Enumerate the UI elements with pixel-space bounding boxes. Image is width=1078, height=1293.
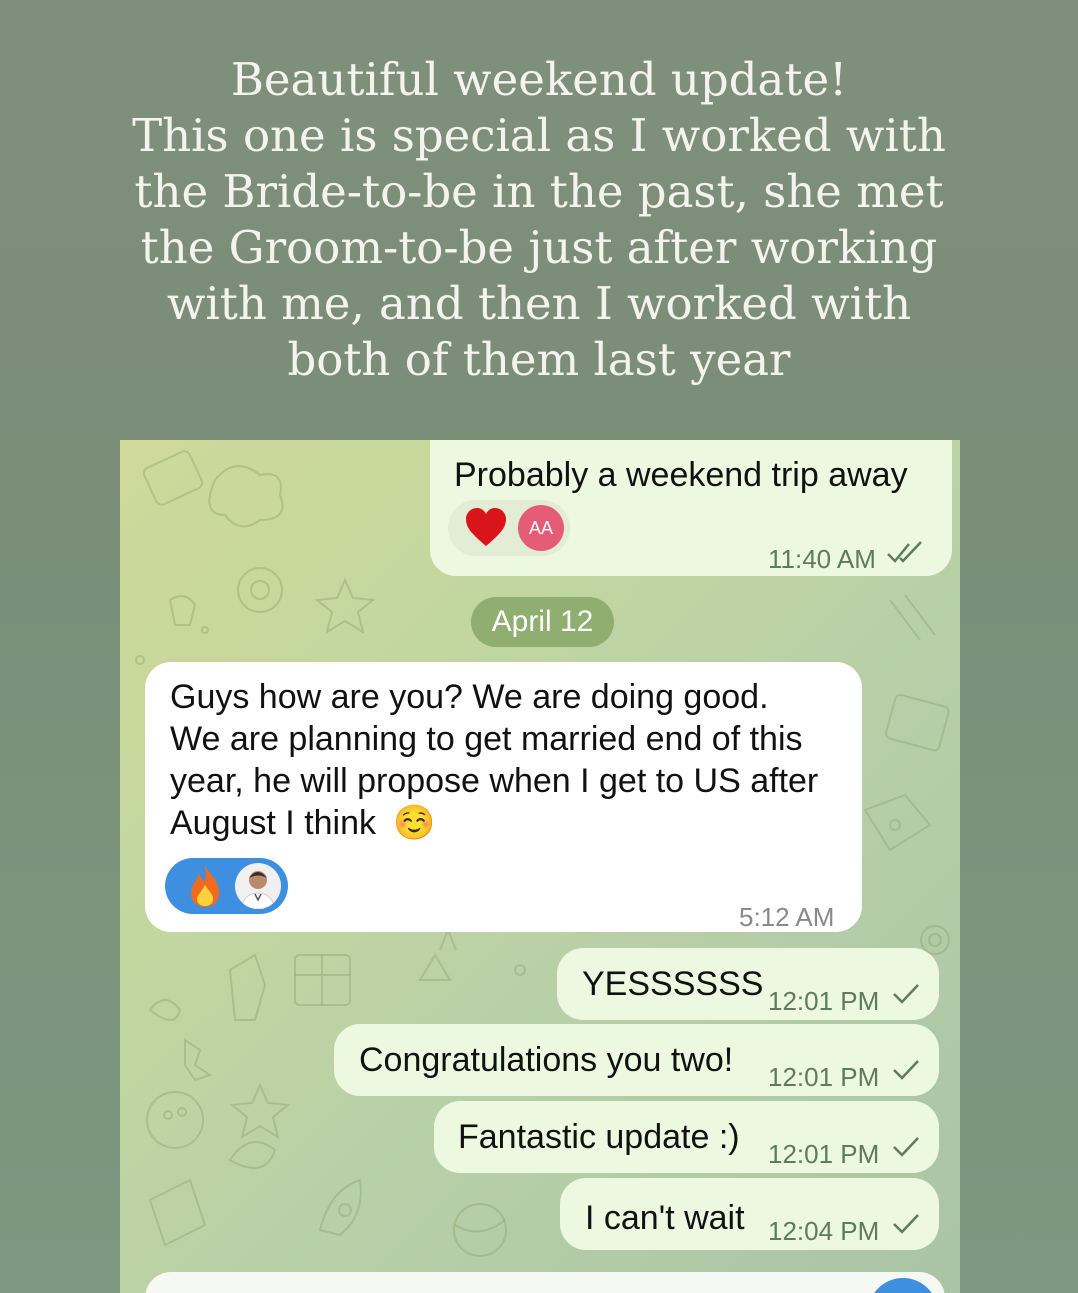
reaction-chip[interactable] xyxy=(165,858,288,914)
smiling-emoji: ☺️ xyxy=(393,804,436,842)
check-icon xyxy=(893,1060,919,1080)
reaction-chip[interactable]: AA xyxy=(448,500,570,556)
message-time: 11:40 AM xyxy=(768,544,876,574)
message-text: I can't wait xyxy=(585,1199,745,1237)
message-text-line: We are planning to get married end of th… xyxy=(170,720,803,758)
message-bubble-outgoing[interactable]: I can't wait 12:04 PM xyxy=(560,1178,939,1250)
message-text: YESSSSSS xyxy=(582,965,764,1003)
check-icon xyxy=(893,1214,919,1234)
caption-line: with me, and then I worked with xyxy=(166,277,912,330)
message-time: 12:01 PM xyxy=(768,986,880,1016)
message-text: Fantastic update :) xyxy=(458,1118,740,1156)
message-bubble-outgoing[interactable]: Congratulations you two! 12:01 PM xyxy=(334,1024,939,1096)
message-text-line: August I think xyxy=(170,804,377,842)
message-text: Congratulations you two! xyxy=(359,1041,734,1079)
user-avatar xyxy=(235,863,281,909)
message-bubble-incoming[interactable]: Guys how are you? We are doing good. We … xyxy=(145,662,862,932)
message-text-line: Guys how are you? We are doing good. xyxy=(170,678,769,716)
message-bubble-partial xyxy=(145,1272,945,1293)
check-icon xyxy=(893,984,919,1004)
message-time: 12:01 PM xyxy=(768,1139,880,1169)
message-text: Probably a weekend trip away xyxy=(454,456,908,494)
chat-screenshot: Probably a weekend trip away AA 11:40 AM… xyxy=(120,440,960,1293)
caption-line: the Groom-to-be just after working xyxy=(140,221,938,274)
message-text-line: year, he will propose when I get to US a… xyxy=(170,762,819,800)
message-time: 12:04 PM xyxy=(768,1216,880,1246)
message-bubble-outgoing[interactable]: Probably a weekend trip away AA 11:40 AM xyxy=(430,440,952,576)
date-separator: April 12 xyxy=(471,597,614,647)
caption-line: the Bride-to-be in the past, she met xyxy=(134,165,944,218)
heart-icon xyxy=(466,508,506,546)
message-time: 12:01 PM xyxy=(768,1062,880,1092)
caption-line: This one is special as I worked with xyxy=(132,109,946,162)
caption-line: both of them last year xyxy=(287,333,791,386)
message-time: 5:12 AM xyxy=(739,902,835,932)
message-bubble-outgoing[interactable]: Fantastic update :) 12:01 PM xyxy=(434,1101,939,1173)
story-caption: Beautiful weekend update! This one is sp… xyxy=(0,52,1078,388)
fire-icon xyxy=(191,865,219,907)
check-icon xyxy=(893,1137,919,1157)
reaction-avatar: AA xyxy=(518,505,564,551)
double-check-icon xyxy=(887,541,922,563)
message-bubble-outgoing[interactable]: YESSSSSS 12:01 PM xyxy=(557,948,939,1020)
caption-line: Beautiful weekend update! xyxy=(230,53,848,106)
